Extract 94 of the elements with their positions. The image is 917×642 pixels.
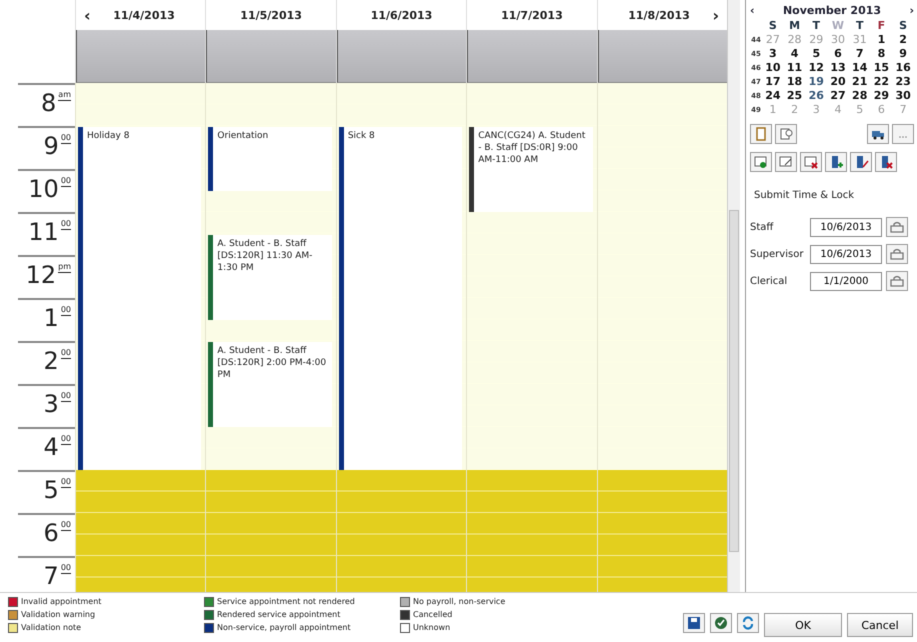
- scrollbar[interactable]: [727, 0, 740, 592]
- day-column[interactable]: Sick 8: [336, 83, 466, 592]
- add-appointment-icon[interactable]: [750, 152, 772, 172]
- calendar-day[interactable]: 13: [827, 61, 849, 74]
- field-label: Staff: [750, 222, 774, 232]
- calendar-day[interactable]: 30: [892, 89, 914, 102]
- next-week-button[interactable]: ›: [712, 6, 720, 24]
- day-header: 11/6/2013: [370, 8, 432, 22]
- day-column[interactable]: CANC(CG24) A. Student - B. Staff [DS:0R] 9:00 AM-11:00 AM: [466, 83, 597, 592]
- calendar-day[interactable]: 15: [870, 61, 892, 74]
- legend-label: Validation warning: [21, 610, 96, 619]
- calendar-day[interactable]: 27: [827, 89, 849, 102]
- delete-appointment-icon[interactable]: [800, 152, 822, 172]
- legend-label: No payroll, non-service: [413, 597, 506, 606]
- calendar-day[interactable]: 19: [805, 75, 828, 88]
- legend-label: Invalid appointment: [21, 597, 102, 606]
- calendar-day[interactable]: 12: [805, 61, 828, 74]
- calendar-day[interactable]: 7: [848, 47, 871, 60]
- calendar-button[interactable]: [886, 271, 908, 291]
- calendar-day[interactable]: 14: [848, 61, 871, 74]
- calendar-day[interactable]: 11: [784, 61, 806, 74]
- month-title: November 2013: [782, 4, 882, 17]
- lock-icon: [890, 275, 904, 287]
- calendar-day[interactable]: 10: [762, 61, 784, 74]
- calendar-day[interactable]: 16: [892, 61, 914, 74]
- truck-icon[interactable]: [867, 124, 889, 144]
- day-header: 11/8/2013: [628, 8, 690, 22]
- calendar-day[interactable]: 29: [870, 89, 892, 102]
- weekday-label: T: [854, 19, 864, 32]
- appointment[interactable]: Sick 8: [338, 127, 462, 470]
- calendar-day[interactable]: 3: [762, 47, 784, 60]
- lock-icon: [890, 221, 904, 233]
- day-header: 11/5/2013: [240, 8, 302, 22]
- check-icon[interactable]: [710, 613, 732, 633]
- day-header: 11/4/2013: [113, 8, 175, 22]
- calendar-day[interactable]: 22: [870, 75, 892, 88]
- add-person-icon[interactable]: [825, 152, 847, 172]
- previous-month-button[interactable]: ‹: [750, 4, 755, 17]
- cancel-button[interactable]: Cancel: [847, 613, 913, 637]
- weekday-label: F: [876, 19, 886, 32]
- weekday-label: T: [812, 19, 822, 32]
- note-icon[interactable]: [750, 124, 772, 144]
- weekday-label: S: [768, 19, 778, 32]
- day-column[interactable]: Holiday 8: [75, 83, 206, 592]
- date-field[interactable]: 10/6/2013: [810, 218, 882, 236]
- calendar-day[interactable]: 4: [784, 47, 806, 60]
- section-title: Submit Time & Lock: [754, 190, 856, 201]
- legend-label: Unknown: [413, 623, 450, 632]
- calendar-day[interactable]: 2: [892, 33, 914, 46]
- legend-label: Validation note: [21, 623, 82, 632]
- calendar-day[interactable]: 26: [805, 89, 828, 102]
- refresh-icon[interactable]: [737, 613, 759, 633]
- day-column[interactable]: Orientation A. Student - B. Staff [DS:120R] 11:30 AM-1:30 PM A. Student - B. Staff [DS:120R] 2:00 PM-4:00 PM: [205, 83, 336, 592]
- calendar-day[interactable]: 25: [784, 89, 806, 102]
- day-header: 11/7/2013: [501, 8, 563, 22]
- save-icon[interactable]: [683, 613, 705, 633]
- calendar-day[interactable]: 20: [827, 75, 849, 88]
- calendar-day[interactable]: 17: [762, 75, 784, 88]
- appointment[interactable]: CANC(CG24) A. Student - B. Staff [DS:0R] 9:00 AM-11:00 AM: [469, 127, 593, 212]
- remove-person-icon[interactable]: [875, 152, 897, 172]
- calendar-day[interactable]: 18: [784, 75, 806, 88]
- calendar-day[interactable]: 8: [870, 47, 892, 60]
- date-field[interactable]: 10/6/2013: [810, 244, 882, 264]
- appointment[interactable]: A. Student - B. Staff [DS:120R] 11:30 AM-1:30 PM: [208, 234, 332, 320]
- date-field[interactable]: 1/1/2000: [810, 272, 882, 290]
- calendar-day[interactable]: 5: [805, 47, 828, 60]
- calendar-day[interactable]: 28: [848, 89, 871, 102]
- weekday-label: S: [898, 19, 908, 32]
- legend-label: Service appointment not rendered: [217, 597, 355, 606]
- field-label: Supervisor: [750, 248, 804, 260]
- legend-label: Cancelled: [413, 610, 452, 619]
- calendar-day[interactable]: 1: [870, 33, 892, 46]
- edit-appointment-icon[interactable]: [775, 152, 797, 172]
- calendar-day[interactable]: 9: [892, 47, 914, 60]
- calendar-day[interactable]: 21: [848, 75, 871, 88]
- next-month-button[interactable]: ›: [909, 4, 914, 17]
- weekday-label: W: [830, 19, 846, 32]
- legend-label: Rendered service appointment: [217, 610, 340, 619]
- edit-person-icon[interactable]: [850, 152, 872, 172]
- calendar-day[interactable]: 24: [762, 89, 784, 102]
- calendar-day[interactable]: 23: [892, 75, 914, 88]
- field-label: Clerical: [750, 276, 788, 286]
- calendar-day[interactable]: 6: [827, 47, 849, 60]
- appointment[interactable]: A. Student - B. Staff [DS:120R] 2:00 PM-4:00 PM: [208, 342, 332, 427]
- ok-button[interactable]: OK: [764, 613, 842, 637]
- copy-icon[interactable]: [775, 124, 797, 144]
- calendar-button[interactable]: [886, 244, 908, 264]
- previous-week-button[interactable]: ‹: [84, 6, 91, 24]
- legend-label: Non-service, payroll appointment: [217, 623, 351, 632]
- appointment[interactable]: Orientation: [208, 127, 332, 190]
- appointment[interactable]: Holiday 8: [78, 127, 202, 470]
- calendar-button[interactable]: [886, 217, 908, 237]
- lock-icon: [890, 248, 904, 260]
- weekday-label: M: [788, 19, 802, 32]
